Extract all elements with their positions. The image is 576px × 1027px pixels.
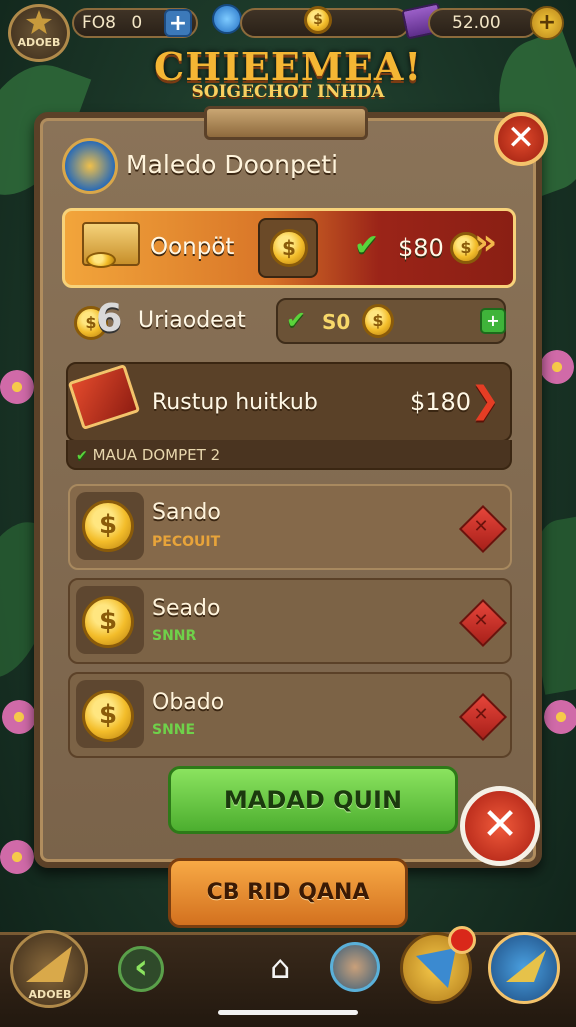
add-button[interactable]: + <box>480 308 506 334</box>
gem-icon <box>212 4 242 34</box>
panel-banner <box>204 106 368 140</box>
coin-icon: $ <box>304 6 332 34</box>
flower-decor <box>0 370 34 404</box>
featured-price: $80 <box>398 234 444 262</box>
currency2-value: 52.00 <box>452 13 501 33</box>
item-name: Seado <box>152 596 221 621</box>
close-icon[interactable]: ✕ <box>494 112 548 166</box>
offer-footer-label: ✔ MAUA DOMPET 2 <box>76 446 220 464</box>
offer-label: Rustup huitkub <box>152 390 318 415</box>
currency1-value: 0 <box>131 13 143 33</box>
duck-badge-icon <box>62 138 118 194</box>
currency2-add-button[interactable]: + <box>530 6 564 40</box>
coin-icon: $ <box>362 304 394 338</box>
close-icon: ✕ <box>473 516 489 537</box>
secondary-button[interactable]: CB RID QANA <box>168 858 408 928</box>
check-icon: ✔ <box>286 306 307 334</box>
home-indicator[interactable] <box>218 1010 358 1015</box>
back-button[interactable]: ‹ <box>118 946 164 992</box>
item-subtitle: PECOUIT <box>152 534 221 550</box>
check-icon: ✔ <box>76 448 93 464</box>
currency1-add-button[interactable]: + <box>164 9 192 37</box>
flower-decor <box>2 700 36 734</box>
coin-icon: $ <box>270 229 308 267</box>
featured-label: Oonpöt <box>150 234 235 260</box>
coin-icon: $ <box>82 596 134 648</box>
currency2-pill: 52.00 <box>428 8 538 38</box>
item-subtitle: SNNE <box>152 722 196 738</box>
close-icon[interactable]: ✕ <box>460 786 540 866</box>
chevron-right-icon[interactable]: ❯ <box>470 380 500 421</box>
offer-price: $180 <box>410 388 472 416</box>
close-icon: ✕ <box>473 610 489 631</box>
coin-icon: $ <box>82 690 134 742</box>
flower-decor <box>540 350 574 384</box>
primary-button[interactable]: MADAD QUIN <box>168 766 458 834</box>
currency1-label: FO8 <box>82 13 116 33</box>
offer-footer-text: MAUA DOMPET 2 <box>92 446 221 464</box>
coin-icon: $ <box>82 500 134 552</box>
home-icon[interactable]: ⌂ <box>270 948 290 986</box>
item-name: Sando <box>152 500 221 525</box>
double-chevron-icon: » <box>474 222 498 263</box>
bonus-number: 6 <box>96 296 123 340</box>
item-subtitle: SNNR <box>152 628 197 644</box>
notification-badge <box>448 926 476 954</box>
panel-title: Maledo Doonpeti <box>126 150 339 179</box>
flower-decor <box>0 840 34 874</box>
avatar[interactable] <box>330 942 380 992</box>
item-name: Obado <box>152 690 225 715</box>
flower-decor <box>544 700 576 734</box>
bonus-label: Uriaodeat <box>138 308 246 333</box>
nav-left-label: ADOEB <box>28 988 72 1001</box>
back-icon: ‹ <box>133 947 148 987</box>
close-icon: ✕ <box>473 704 489 725</box>
bonus-value: S0 <box>322 310 351 334</box>
check-icon: ✔ <box>354 228 380 263</box>
coin-stack-icon <box>86 252 116 268</box>
game-subtitle: SOIGECHOT INHDA <box>191 82 385 102</box>
